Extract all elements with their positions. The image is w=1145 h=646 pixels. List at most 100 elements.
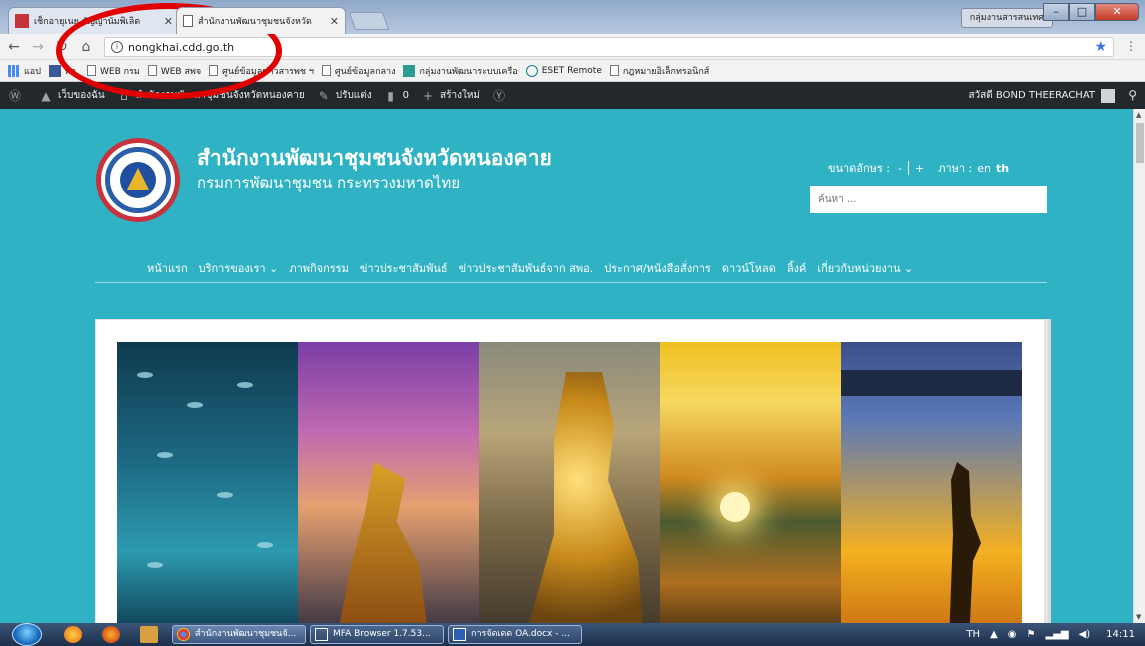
- my-sites-menu[interactable]: ▲ เว็บของฉัน: [39, 88, 105, 103]
- nav-links[interactable]: ลิ้งค์: [787, 259, 806, 277]
- logo-emblem-icon: [120, 162, 156, 198]
- chrome-icon: [177, 628, 190, 641]
- flag-icon[interactable]: ⚑: [1027, 629, 1036, 640]
- user-greeting: สวัสดี BOND THEERACHAT: [968, 90, 1095, 101]
- bookmark-item[interactable]: กลุ่มงานพัฒนาระบบเครือ: [403, 64, 518, 78]
- firefox-icon[interactable]: [102, 626, 120, 643]
- tab-title: สำนักงานพัฒนาชุมชนจังหวัด: [198, 17, 312, 27]
- site-logo[interactable]: [96, 138, 180, 222]
- taskbar-item-label: การจัดเดด OA.docx - ...: [471, 629, 570, 639]
- nav-about[interactable]: เกี่ยวกับหน่วยงาน ⌄: [817, 259, 913, 277]
- wordpress-logo[interactable]: Ⓦ: [8, 89, 27, 103]
- back-icon[interactable]: ←: [4, 39, 24, 55]
- bridge-shape: [841, 370, 1022, 396]
- bookmark-label: กฎหมายอิเล็กทรอนิกส์: [622, 66, 710, 77]
- scroll-down-icon[interactable]: ▼: [1136, 613, 1141, 621]
- avatar: [1101, 88, 1115, 103]
- bookmark-item[interactable]: ESET Remote: [525, 64, 602, 77]
- lang-th-link[interactable]: th: [996, 162, 1009, 175]
- fish-shape: [137, 372, 153, 378]
- start-button[interactable]: [12, 623, 42, 646]
- customize-label: ปรับแต่ง: [335, 90, 372, 101]
- bookmark-label: แอป: [24, 66, 41, 77]
- taskbar-item-label: MFA Browser 1.7.53...: [333, 629, 431, 639]
- bookmark-star-icon[interactable]: ★: [1094, 39, 1107, 55]
- customize-menu[interactable]: ✎ ปรับแต่ง: [317, 88, 372, 103]
- buddha-statue-shape: [524, 372, 644, 623]
- bookmark-label: กลุ่มงานพัฒนาระบบเครือ: [419, 66, 518, 77]
- logo-ring: [105, 147, 171, 213]
- new-label: สร้างใหม่: [439, 90, 481, 101]
- new-tab-button[interactable]: [348, 12, 390, 30]
- main-navigation: หน้าแรก บริการของเรา ⌄ ภาพกิจกรรม ข่าวปร…: [147, 259, 924, 277]
- pinned-app-icon[interactable]: [140, 626, 158, 643]
- nav-home[interactable]: หน้าแรก: [147, 259, 188, 277]
- eset-tray-icon[interactable]: ◉: [1008, 629, 1017, 640]
- taskbar-item-mfa[interactable]: MFA Browser 1.7.53...: [310, 625, 444, 644]
- font-increase-button[interactable]: +: [915, 162, 924, 175]
- pinned-app-icon[interactable]: [64, 626, 82, 643]
- menu-kebab-icon[interactable]: ⋮: [1125, 40, 1137, 52]
- nav-district-news[interactable]: ข่าวประชาสัมพันธ์จาก สพอ.: [459, 259, 594, 277]
- divider: [907, 161, 909, 175]
- forward-icon[interactable]: →: [28, 39, 48, 55]
- site-favicon-icon: [15, 14, 29, 28]
- comments-menu[interactable]: ▮ 0: [384, 89, 409, 103]
- close-tab-icon[interactable]: ✕: [330, 15, 339, 28]
- lang-en-link[interactable]: en: [977, 162, 991, 175]
- tray-expand-icon[interactable]: ▲: [990, 629, 998, 640]
- bookmark-item[interactable]: ศูนย์ข้อมูลกลาง: [321, 64, 396, 78]
- nav-announcements[interactable]: ประกาศ/หนังสือสั่งการ: [604, 259, 711, 277]
- slide-panel-bridge: [841, 342, 1022, 623]
- nav-services[interactable]: บริการของเรา ⌄: [199, 259, 279, 277]
- close-window-icon[interactable]: ✕: [1095, 3, 1139, 21]
- page-icon: [183, 15, 193, 27]
- scroll-thumb[interactable]: [1136, 123, 1144, 163]
- bookmark-apps[interactable]: แอป: [8, 64, 41, 78]
- site-icon: [403, 64, 416, 77]
- page-icon: [609, 65, 619, 76]
- minimize-icon[interactable]: –: [1043, 3, 1069, 21]
- pencil-icon: ✎: [318, 88, 329, 103]
- tab-2[interactable]: สำนักงานพัฒนาชุมชนจังหวัด ✕: [176, 7, 346, 34]
- bookmark-item[interactable]: กฎหมายอิเล็กทรอนิกส์: [609, 64, 710, 78]
- account-menu[interactable]: สวัสดี BOND THEERACHAT: [968, 82, 1115, 109]
- search-icon[interactable]: ⚲: [1128, 88, 1137, 102]
- nav-news[interactable]: ข่าวประชาสัมพันธ์: [360, 259, 448, 277]
- eset-icon: [525, 64, 538, 77]
- windows-taskbar: สำนักงานพัฒนาชุมชนจั... MFA Browser 1.7.…: [0, 623, 1145, 646]
- plus-icon: +: [422, 88, 434, 103]
- slide-panel-sunset: [660, 342, 841, 623]
- profile-button[interactable]: กลุ่มงานสารสนเทศ: [960, 8, 1053, 28]
- yoast-icon: Ⓨ: [493, 88, 506, 103]
- maximize-icon[interactable]: □: [1069, 3, 1095, 21]
- slide-panel-buddha: [479, 342, 660, 623]
- font-size-label: ขนาดอักษร :: [828, 162, 890, 175]
- my-sites-label: เว็บของฉัน: [58, 90, 105, 101]
- fish-shape: [147, 562, 163, 568]
- scroll-up-icon[interactable]: ▲: [1136, 111, 1141, 119]
- image-slider[interactable]: [95, 319, 1045, 623]
- bookmark-label: ESET Remote: [541, 65, 602, 76]
- word-icon: [453, 628, 466, 641]
- nav-downloads[interactable]: ดาวน์โหลด: [722, 259, 776, 277]
- language-label: ภาษา :: [938, 162, 973, 175]
- network-icon[interactable]: ▂▄▆: [1046, 629, 1069, 640]
- site-subtitle: กรมการพัฒนาชุมชน กระทรวงมหาดไทย: [197, 174, 461, 192]
- slide-panel-aquarium: [117, 342, 298, 623]
- bookmark-label: ศูนย์ข้อมูลกลาง: [334, 66, 396, 77]
- search-input[interactable]: [810, 186, 1047, 213]
- font-decrease-button[interactable]: -: [898, 162, 902, 175]
- yoast-menu[interactable]: Ⓨ: [492, 89, 511, 103]
- taskbar-item-word[interactable]: การจัดเดด OA.docx - ...: [448, 625, 582, 644]
- taskbar-item-chrome[interactable]: สำนักงานพัฒนาชุมชนจั...: [172, 625, 306, 644]
- nav-gallery[interactable]: ภาพกิจกรรม: [289, 259, 349, 277]
- window-controls: – □ ✕: [1043, 3, 1139, 21]
- volume-icon[interactable]: ◀): [1079, 629, 1091, 640]
- new-content-menu[interactable]: + สร้างใหม่: [421, 88, 480, 103]
- wordpress-icon: Ⓦ: [8, 88, 21, 103]
- clock[interactable]: 14:11: [1106, 629, 1135, 640]
- page-scrollbar[interactable]: ▲ ▼: [1133, 109, 1145, 623]
- input-language[interactable]: TH: [966, 629, 980, 640]
- fish-shape: [237, 382, 253, 388]
